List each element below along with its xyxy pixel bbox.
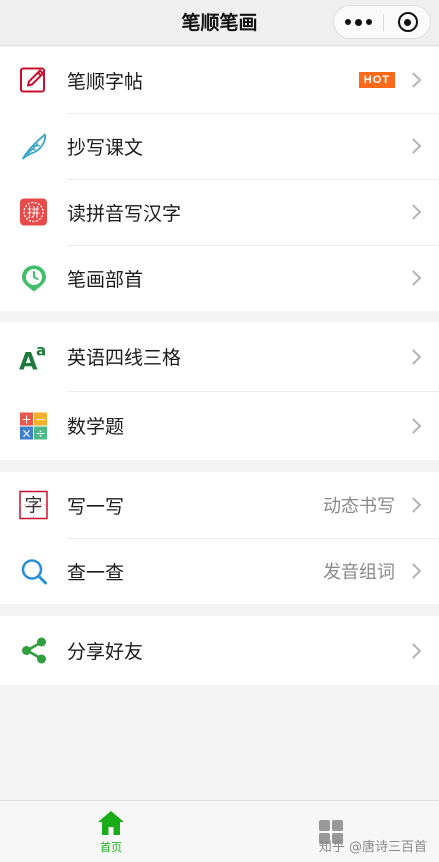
grid-char: 字 — [25, 496, 43, 517]
pinyin-char: 拼 — [27, 206, 40, 221]
watermark: 知乎 @唐诗三百首 — [318, 840, 427, 855]
chevron-right-icon — [405, 497, 422, 513]
dot-icon — [355, 18, 362, 26]
letter-aa-icon: A a — [18, 341, 49, 372]
more-button[interactable] — [334, 6, 383, 38]
pinyin-stamp-icon: 拼 — [18, 197, 49, 228]
dot-icon — [345, 19, 351, 25]
menu-group-writing: 笔顺字帖 HOT 抄写课文 拼 读拼音写汉字 笔画部首 — [0, 47, 439, 311]
chevron-right-icon — [405, 72, 422, 88]
minus-sign: − — [35, 412, 45, 426]
menu-item-share[interactable]: 分享好友 — [0, 616, 439, 685]
menu-item-label: 数学题 — [67, 416, 125, 438]
char-grid-icon: 字 — [18, 490, 49, 521]
menu-item-label: 查一查 — [67, 561, 125, 584]
chevron-right-icon — [405, 417, 422, 434]
menu-item-copy-text[interactable]: 抄写课文 — [0, 113, 439, 179]
menu-item-english-lines[interactable]: A a 英语四线三格 — [0, 322, 439, 391]
tab-home-label: 首页 — [100, 840, 122, 854]
home-icon — [98, 810, 124, 835]
menu-item-write[interactable]: 字 写一写 动态书写 — [0, 472, 439, 538]
feather-icon — [18, 131, 49, 162]
clock-pin-icon — [18, 263, 49, 294]
menu-item-label: 笔顺字帖 — [67, 70, 144, 93]
menu-item-pinyin-write[interactable]: 拼 读拼音写汉字 — [0, 179, 439, 245]
mini-program-capsule — [333, 5, 431, 39]
divide-sign: ÷ — [35, 426, 45, 440]
menu-item-label: 分享好友 — [67, 641, 144, 663]
chevron-right-icon — [405, 270, 422, 286]
times-sign: × — [21, 426, 31, 440]
menu-item-label: 写一写 — [67, 495, 125, 518]
dot-icon — [366, 19, 372, 25]
menu-item-label: 抄写课文 — [67, 136, 144, 159]
plus-sign: + — [21, 412, 31, 426]
menu-item-math[interactable]: + − × ÷ 数学题 — [0, 391, 439, 460]
menu-group-tools: 字 写一写 动态书写 查一查 发音组词 — [0, 472, 439, 604]
menu-item-hint: 动态书写 — [323, 496, 395, 517]
small-a: a — [36, 341, 46, 359]
menu-item-stroke-copybook[interactable]: 笔顺字帖 HOT — [0, 47, 439, 113]
menu-group-share: 分享好友 — [0, 616, 439, 685]
menu-group-practice: A a 英语四线三格 + − × ÷ 数学题 — [0, 322, 439, 460]
chevron-right-icon — [405, 204, 422, 220]
hot-badge: HOT — [358, 72, 395, 88]
chevron-right-icon — [405, 563, 422, 579]
menu-item-label: 读拼音写汉字 — [67, 202, 182, 225]
menu-item-stroke-radical[interactable]: 笔画部首 — [0, 245, 439, 311]
chevron-right-icon — [405, 138, 422, 154]
tab-home[interactable]: 首页 — [56, 801, 166, 862]
search-icon — [18, 556, 49, 587]
menu-item-hint: 发音组词 — [323, 562, 395, 583]
chevron-right-icon — [405, 642, 422, 659]
share-icon — [18, 635, 49, 666]
menu-item-lookup[interactable]: 查一查 发音组词 — [0, 538, 439, 604]
math-operators-icon: + − × ÷ — [18, 410, 49, 441]
chevron-right-icon — [405, 348, 422, 365]
menu-item-label: 笔画部首 — [67, 268, 144, 291]
edit-square-icon — [18, 65, 49, 96]
nav-bar: 笔顺笔画 — [0, 0, 439, 46]
menu-item-label: 英语四线三格 — [67, 347, 182, 369]
target-icon — [397, 12, 418, 32]
close-button[interactable] — [384, 6, 431, 38]
